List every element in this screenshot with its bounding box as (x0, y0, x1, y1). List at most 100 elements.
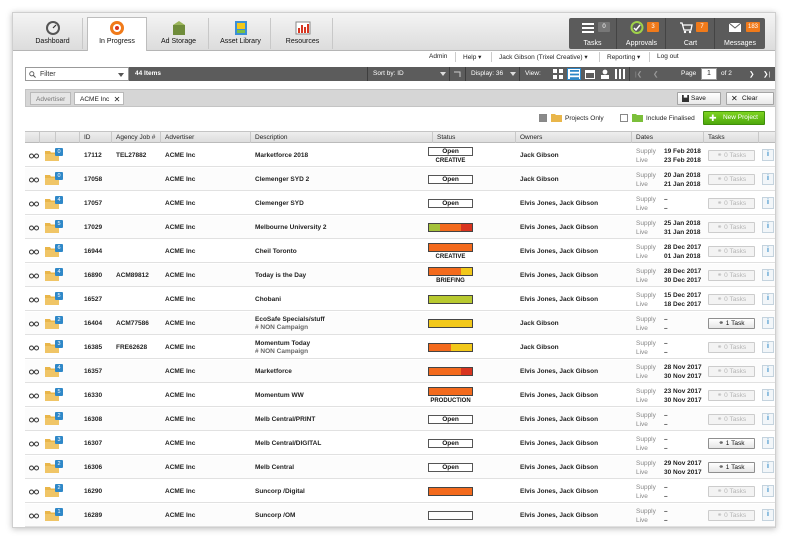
table-row[interactable]: 3 16307 ACME Inc Melb Central/DIGITAL Open El… (25, 432, 775, 455)
approvals-button[interactable]: 3 Approvals (618, 18, 666, 49)
tasks-button[interactable]: ⚭ 0 Tasks (708, 150, 755, 161)
info-icon[interactable]: i (762, 485, 774, 497)
tasks-button[interactable]: 0 Tasks (569, 18, 617, 49)
previous-page-icon[interactable]: ❮ (653, 70, 658, 78)
project-description[interactable]: Melb Central/PRINT (255, 416, 315, 423)
info-icon[interactable]: i (762, 437, 774, 449)
preview-glasses-icon[interactable] (29, 152, 39, 160)
project-description[interactable]: Marketforce (255, 368, 292, 375)
column-header-status[interactable]: Status (437, 134, 455, 141)
preview-glasses-icon[interactable] (29, 440, 39, 448)
sort-dropdown[interactable]: Sort by: ID (373, 70, 404, 77)
tab-ad-storage[interactable]: Ad Storage (149, 18, 209, 49)
user-menu[interactable]: Jack Gibson (Trixel Creative) ▾ (499, 53, 588, 61)
grid-view-icon[interactable] (553, 69, 563, 79)
tasks-button[interactable]: ⚭ 0 Tasks (708, 294, 755, 305)
table-row[interactable]: 2 16308 ACME Inc Melb Central/PRINT Open Elvi… (25, 408, 775, 431)
table-row[interactable]: 4 16890 ACM89812 ACME Inc Today is the Day BR… (25, 264, 775, 287)
info-icon[interactable]: i (762, 317, 774, 329)
info-icon[interactable]: i (762, 389, 774, 401)
preview-glasses-icon[interactable] (29, 296, 39, 304)
tasks-button[interactable]: ⚭ 0 Tasks (708, 246, 755, 257)
info-icon[interactable]: i (762, 197, 774, 209)
reporting-menu[interactable]: Reporting ▾ (607, 53, 640, 61)
info-icon[interactable]: i (762, 269, 774, 281)
column-header-id[interactable]: ID (84, 134, 91, 141)
projects-only-checkbox[interactable] (539, 114, 547, 122)
info-icon[interactable]: i (762, 365, 774, 377)
project-description[interactable]: Today is the Day (255, 272, 306, 279)
table-row[interactable]: 0 17112 TEL27882 ACME Inc Marketforce 2018 Op… (25, 144, 775, 167)
help-menu[interactable]: Help ▾ (463, 53, 481, 61)
preview-glasses-icon[interactable] (29, 272, 39, 280)
info-icon[interactable]: i (762, 245, 774, 257)
preview-glasses-icon[interactable] (29, 488, 39, 496)
column-header-advertiser[interactable]: Advertiser (165, 134, 194, 141)
project-description[interactable]: Melb Central (255, 464, 294, 471)
tasks-button[interactable]: ⚭ 0 Tasks (708, 270, 755, 281)
tasks-button[interactable]: ⚭ 0 Tasks (708, 222, 755, 233)
include-finalised-checkbox[interactable] (620, 114, 628, 122)
new-project-button[interactable]: ✚ New Project (703, 111, 765, 125)
messages-button[interactable]: 183 Messages (716, 18, 764, 49)
preview-glasses-icon[interactable] (29, 200, 39, 208)
info-icon[interactable]: i (762, 509, 774, 521)
info-icon[interactable]: i (762, 461, 774, 473)
acme-filter-tag[interactable]: ACME Inc ✕ (74, 92, 125, 106)
admin-link[interactable]: Admin (429, 53, 447, 60)
tasks-button[interactable]: ⚭ 0 Tasks (708, 342, 755, 353)
tasks-button[interactable]: ⚭ 0 Tasks (708, 390, 755, 401)
page-input[interactable]: 1 (701, 68, 717, 80)
table-row[interactable]: 1 16289 ACME Inc Suncorp /OM Elvis Jones, Ja… (25, 504, 775, 527)
table-row[interactable]: 5 16330 ACME Inc Momentum WW PRODUCTION Elvis… (25, 384, 775, 407)
tasks-button[interactable]: ⚭ 0 Tasks (708, 486, 755, 497)
column-header-dates[interactable]: Dates (636, 134, 653, 141)
filter-dropdown[interactable]: Filter (25, 67, 129, 81)
table-row[interactable]: 0 17058 ACME Inc Clemenger SYD 2 Open Jack Gi… (25, 168, 775, 191)
tab-resources[interactable]: Resources (273, 18, 333, 49)
tasks-button[interactable]: ⚭ 1 Task (708, 318, 755, 329)
tasks-button[interactable]: ⚭ 0 Tasks (708, 174, 755, 185)
project-description[interactable]: Chobani (255, 296, 281, 303)
project-description[interactable]: Marketforce 2018 (255, 152, 308, 159)
people-view-icon[interactable] (600, 69, 610, 79)
tasks-button[interactable]: ⚭ 0 Tasks (708, 366, 755, 377)
project-description[interactable]: Melb Central/DIGITAL (255, 440, 321, 447)
info-icon[interactable]: i (762, 173, 774, 185)
project-description[interactable]: Melbourne University 2 (255, 224, 327, 231)
tasks-button[interactable]: ⚭ 0 Tasks (708, 510, 755, 521)
project-description[interactable]: Clemenger SYD 2 (255, 176, 309, 183)
last-page-icon[interactable]: ❯| (763, 70, 770, 78)
project-description[interactable]: Clemenger SYD (255, 200, 304, 207)
table-row[interactable]: 2 16404 ACM77586 ACME Inc EcoSafe Specials/s… (25, 312, 775, 335)
project-description[interactable]: Cheil Toronto (255, 248, 297, 255)
project-description[interactable]: Momentum Today (255, 340, 310, 347)
table-row[interactable]: 2 16290 ACME Inc Suncorp /Digital Elvis Jone… (25, 480, 775, 503)
preview-glasses-icon[interactable] (29, 320, 39, 328)
preview-glasses-icon[interactable] (29, 248, 39, 256)
save-button[interactable]: Save (677, 92, 721, 105)
clear-button[interactable]: ✕ Clear (726, 92, 774, 105)
table-row[interactable]: 3 16385 FRE62628 ACME Inc Momentum Today # NO… (25, 336, 775, 359)
table-row[interactable]: 4 17057 ACME Inc Clemenger SYD Open Elvis Jon… (25, 192, 775, 215)
preview-glasses-icon[interactable] (29, 224, 39, 232)
preview-glasses-icon[interactable] (29, 512, 39, 520)
first-page-icon[interactable]: |❮ (635, 70, 642, 78)
display-dropdown[interactable]: Display: 36 (471, 70, 503, 77)
tasks-button[interactable]: ⚭ 1 Task (708, 462, 755, 473)
info-icon[interactable]: i (762, 341, 774, 353)
tab-dashboard[interactable]: Dashboard (23, 18, 83, 49)
tasks-button[interactable]: ⚭ 0 Tasks (708, 414, 755, 425)
table-row[interactable]: 5 17029 ACME Inc Melbourne University 2 Elvi… (25, 216, 775, 239)
info-icon[interactable]: i (762, 149, 774, 161)
column-header-tasks[interactable]: Tasks (708, 134, 725, 141)
sort-direction-icon[interactable] (453, 70, 461, 78)
info-icon[interactable]: i (762, 221, 774, 233)
close-icon[interactable]: ✕ (114, 93, 121, 106)
project-description[interactable]: Suncorp /Digital (255, 488, 305, 495)
info-icon[interactable]: i (762, 413, 774, 425)
tasks-button[interactable]: ⚭ 1 Task (708, 438, 755, 449)
preview-glasses-icon[interactable] (29, 392, 39, 400)
preview-glasses-icon[interactable] (29, 368, 39, 376)
info-icon[interactable]: i (762, 293, 774, 305)
